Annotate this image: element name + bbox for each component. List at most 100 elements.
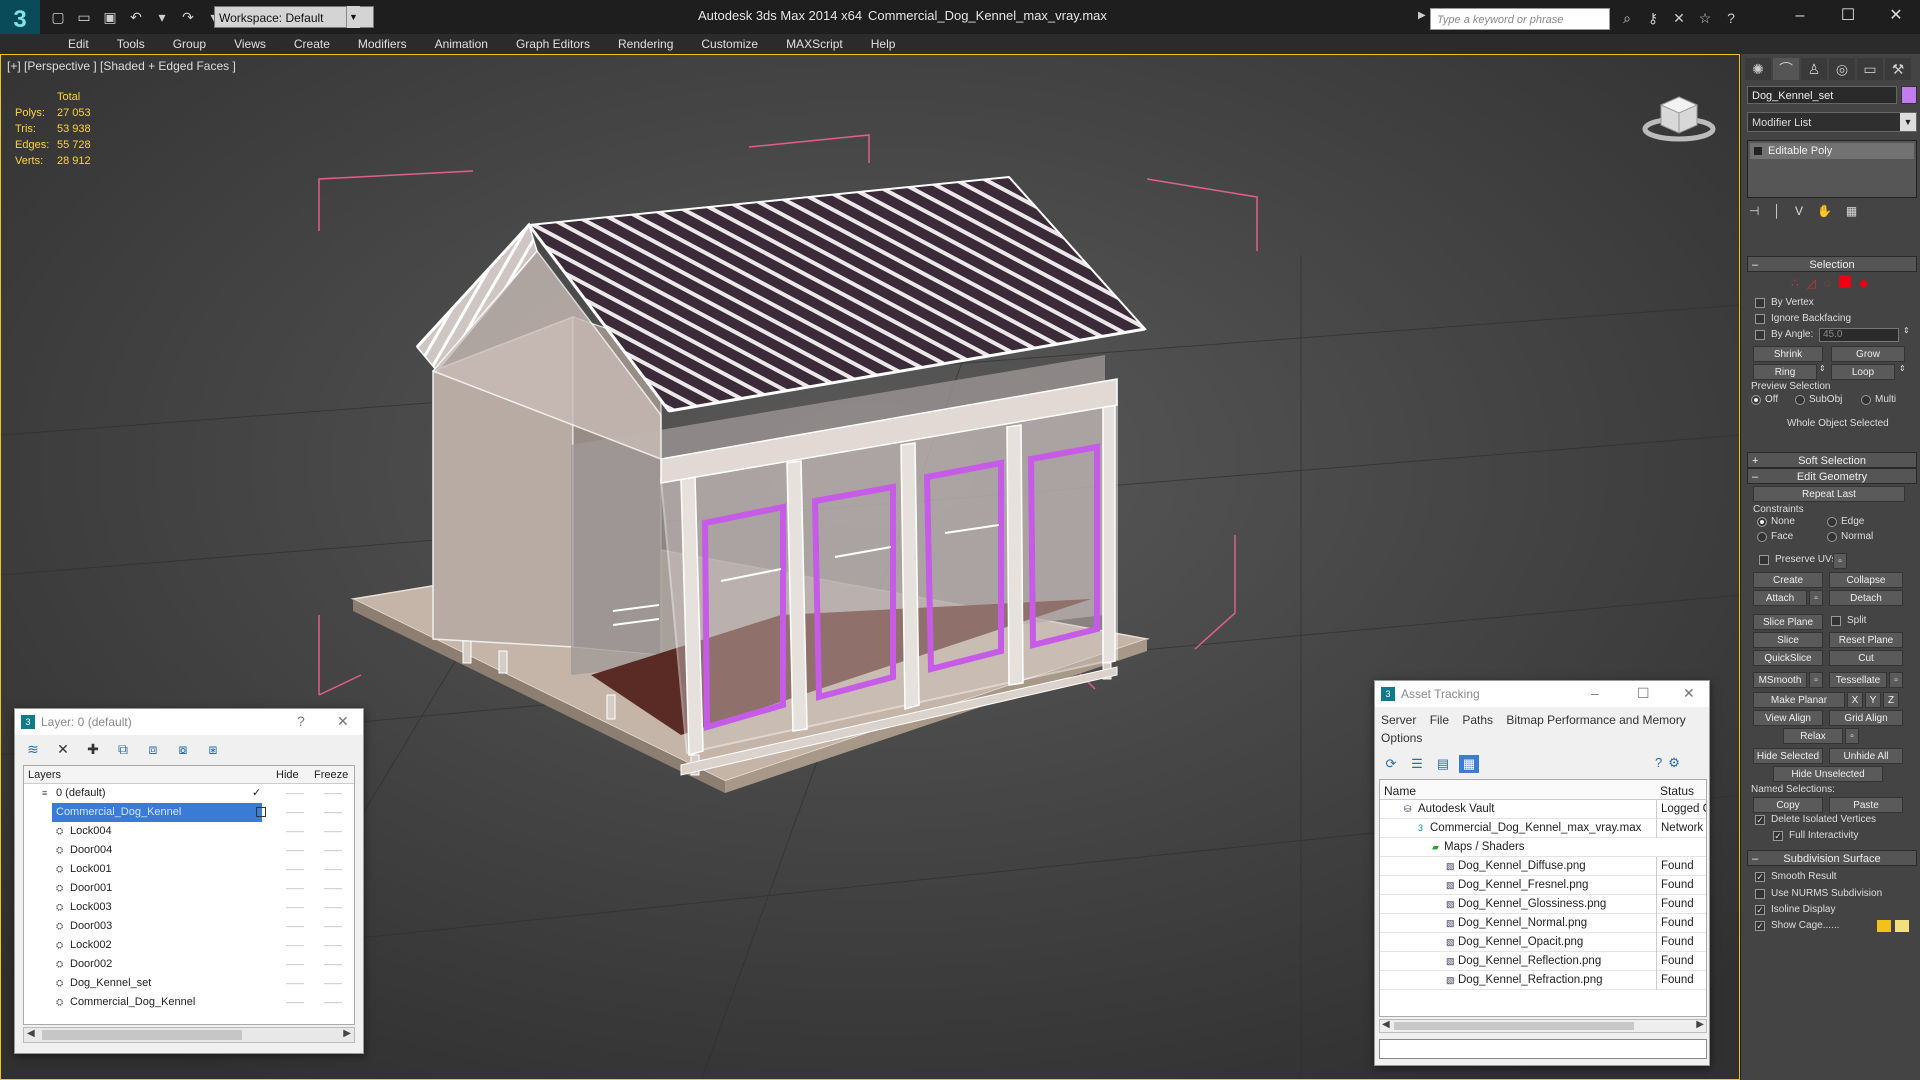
paste-button[interactable]: Paste xyxy=(1829,797,1903,813)
msmooth-button[interactable]: MSmooth xyxy=(1753,672,1807,688)
by-vertex-checkbox[interactable] xyxy=(1755,298,1765,308)
hide-toggle[interactable]: —— xyxy=(286,879,304,898)
shrink-button[interactable]: Shrink xyxy=(1753,346,1823,362)
modifier-stack[interactable]: Editable Poly xyxy=(1747,140,1917,198)
create-tab-icon[interactable]: ✺ xyxy=(1745,58,1771,80)
constraint-normal-radio[interactable] xyxy=(1827,532,1837,542)
scroll-right-icon[interactable]: ▶ xyxy=(1696,1019,1704,1030)
menu-help[interactable]: Help xyxy=(857,34,910,54)
freeze-toggle[interactable]: —— xyxy=(324,860,342,879)
table-row[interactable]: ▧ Dog_Kennel_Fresnel.png Found xyxy=(1380,876,1706,895)
motion-tab-icon[interactable]: ◎ xyxy=(1829,58,1855,80)
list-item[interactable]: ⛭ Lock004 —— —— xyxy=(24,822,354,841)
hide-toggle[interactable]: —— xyxy=(286,784,304,803)
menu-edit[interactable]: Edit xyxy=(54,34,103,54)
list-item[interactable]: ⛭ Lock002 —— —— xyxy=(24,936,354,955)
grow-button[interactable]: Grow xyxy=(1831,346,1905,362)
column-hide[interactable]: Hide xyxy=(276,769,299,781)
help-icon[interactable]: ? xyxy=(1655,755,1662,771)
vertex-level-icon[interactable]: ∴ xyxy=(1791,276,1799,290)
unhide-all-button[interactable]: Unhide All xyxy=(1829,748,1903,764)
select-in-layer-icon[interactable]: ⧈ xyxy=(141,739,165,759)
refresh-icon[interactable]: ⟳ xyxy=(1381,755,1401,773)
minimize-icon[interactable]: – xyxy=(1776,4,1824,28)
object-color-swatch[interactable] xyxy=(1901,86,1917,104)
delete-isolated-checkbox[interactable]: ✓ xyxy=(1755,815,1765,825)
freeze-toggle[interactable]: —— xyxy=(324,841,342,860)
hide-toggle[interactable]: —— xyxy=(286,841,304,860)
full-interactivity-checkbox[interactable]: ✓ xyxy=(1773,831,1783,841)
freeze-toggle[interactable]: —— xyxy=(324,784,342,803)
column-name[interactable]: Name xyxy=(1384,784,1416,798)
menu-graph-editors[interactable]: Graph Editors xyxy=(502,34,604,54)
viewcube-icon[interactable] xyxy=(1641,85,1717,145)
freeze-toggle[interactable]: —— xyxy=(324,803,342,822)
list-item[interactable]: ⛭ Lock001 —— —— xyxy=(24,860,354,879)
list-view-icon[interactable]: ☰ xyxy=(1407,755,1427,773)
hide-toggle[interactable]: —— xyxy=(286,822,304,841)
list-item[interactable]: ⛭ Door004 —— —— xyxy=(24,841,354,860)
table-row[interactable]: ⛁ Autodesk Vault Logged C xyxy=(1380,800,1706,819)
by-angle-checkbox[interactable] xyxy=(1755,330,1765,340)
set-current-checkbox[interactable] xyxy=(256,807,266,817)
menu-file[interactable]: File xyxy=(1430,713,1449,727)
undo-dropdown-icon[interactable]: ▾ xyxy=(152,8,172,26)
menu-modifiers[interactable]: Modifiers xyxy=(344,34,421,54)
constraint-face-radio[interactable] xyxy=(1757,532,1767,542)
minimize-icon[interactable]: – xyxy=(1591,685,1599,701)
key-icon[interactable]: ⚷ xyxy=(1642,8,1664,28)
table-row[interactable]: ▰ Maps / Shaders xyxy=(1380,838,1706,857)
menu-animation[interactable]: Animation xyxy=(421,34,502,54)
remove-modifier-icon[interactable]: ✋ xyxy=(1817,204,1832,218)
help-icon[interactable]: ? xyxy=(1720,8,1742,28)
layer-horizontal-scrollbar[interactable]: ◀ ▶ xyxy=(23,1027,355,1043)
hide-unselected-button[interactable]: Hide Unselected xyxy=(1773,766,1883,782)
polygon-level-icon[interactable] xyxy=(1839,276,1852,288)
hide-toggle[interactable]: —— xyxy=(286,955,304,974)
quickslice-button[interactable]: QuickSlice xyxy=(1753,650,1823,666)
scrollbar-thumb[interactable] xyxy=(42,1030,242,1040)
undo-icon[interactable]: ↶ xyxy=(126,8,146,26)
scroll-right-icon[interactable]: ▶ xyxy=(343,1028,351,1039)
scrollbar-thumb[interactable] xyxy=(1394,1022,1634,1030)
grid-align-button[interactable]: Grid Align xyxy=(1829,710,1903,726)
preview-off-radio[interactable] xyxy=(1751,395,1761,405)
maximize-icon[interactable]: ☐ xyxy=(1637,685,1650,702)
detach-button[interactable]: Detach xyxy=(1829,590,1903,606)
table-row[interactable]: ▧ Dog_Kennel_Refraction.png Found xyxy=(1380,971,1706,990)
menu-customize[interactable]: Customize xyxy=(687,34,772,54)
hide-toggle[interactable]: —— xyxy=(286,803,304,822)
layer-tree[interactable]: Layers Hide Freeze ≡ 0 (default) ✓ —— —— … xyxy=(23,765,355,1025)
display-tab-icon[interactable]: ▭ xyxy=(1857,58,1883,80)
menu-create[interactable]: Create xyxy=(280,34,344,54)
search-input[interactable]: Type a keyword or phrase xyxy=(1430,8,1610,30)
planar-z-button[interactable]: Z xyxy=(1883,692,1899,708)
make-unique-icon[interactable]: V xyxy=(1795,204,1803,218)
table-row[interactable]: ▧ Dog_Kennel_Glossiness.png Found xyxy=(1380,895,1706,914)
relax-button[interactable]: Relax xyxy=(1783,728,1843,744)
pin-stack-icon[interactable]: ⊣ xyxy=(1749,204,1759,218)
reset-plane-button[interactable]: Reset Plane xyxy=(1829,632,1903,648)
border-level-icon[interactable]: ◌ xyxy=(1824,276,1831,290)
hide-toggle[interactable]: —— xyxy=(286,898,304,917)
use-nurms-checkbox[interactable] xyxy=(1755,889,1765,899)
spinner-arrows-icon[interactable]: ⇕ xyxy=(1903,326,1910,335)
element-level-icon[interactable]: ◆ xyxy=(1859,276,1868,290)
slice-button[interactable]: Slice xyxy=(1753,632,1823,648)
asset-path-field[interactable] xyxy=(1379,1039,1707,1059)
view-align-button[interactable]: View Align xyxy=(1753,710,1823,726)
layer-row-default[interactable]: ≡ 0 (default) ✓ —— —— xyxy=(24,784,354,803)
attach-button[interactable]: Attach xyxy=(1753,590,1807,606)
menu-options[interactable]: Options xyxy=(1381,731,1422,745)
list-item[interactable]: ⛭ Dog_Kennel_set —— —— xyxy=(24,974,354,993)
menu-bitmap-performance[interactable]: Bitmap Performance and Memory xyxy=(1506,713,1685,727)
column-freeze[interactable]: Freeze xyxy=(314,769,348,781)
menu-maxscript[interactable]: MAXScript xyxy=(772,34,857,54)
split-checkbox[interactable] xyxy=(1831,616,1841,626)
layer-explorer-close-icon[interactable]: ✕ xyxy=(337,713,349,730)
table-row[interactable]: ▧ Dog_Kennel_Normal.png Found xyxy=(1380,914,1706,933)
column-status[interactable]: Status xyxy=(1660,784,1694,798)
cut-button[interactable]: Cut xyxy=(1829,650,1903,666)
binoculars-icon[interactable]: ⌕ xyxy=(1616,8,1638,28)
planar-y-button[interactable]: Y xyxy=(1865,692,1881,708)
